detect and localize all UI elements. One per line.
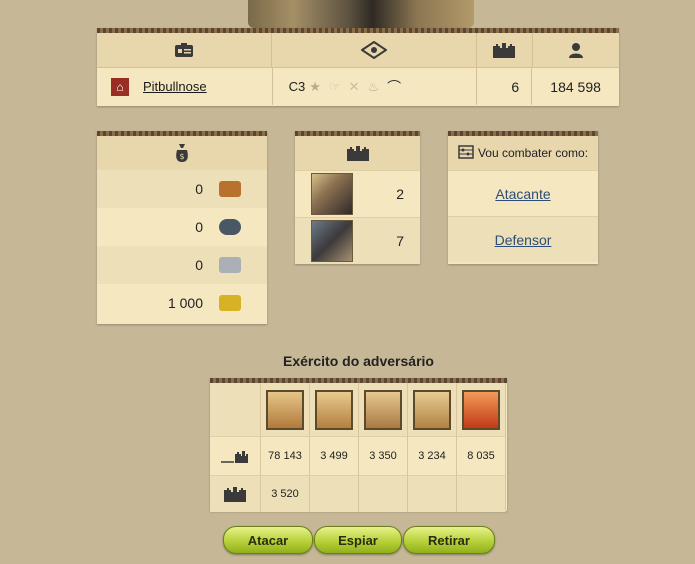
- continent-label: C3: [288, 79, 306, 94]
- player-info-panel: ⌂ Pitbullnose C3 ★ ☞ ✕ ♨ ⌒ 6 184 598: [97, 28, 620, 106]
- unit-count: [310, 475, 359, 512]
- army-table: 78 143 3 499 3 350 3 234 8 035 3 520: [210, 378, 507, 512]
- unit-count: 3 350: [359, 436, 408, 475]
- unit-cell: [359, 383, 408, 436]
- building-row-wall: 2: [295, 170, 420, 217]
- unit-count: 3 499: [310, 436, 359, 475]
- army-header-row: [210, 383, 507, 436]
- building-level: 7: [396, 233, 404, 249]
- handshake-icon: ☞: [328, 78, 341, 94]
- role-row-attacker: Atacante: [448, 170, 598, 216]
- resource-value: 0: [195, 257, 203, 273]
- unit-count: 3 234: [408, 436, 457, 475]
- resource-row-wood: 0: [97, 170, 267, 208]
- unit-count: [408, 475, 457, 512]
- unit-count: 78 143: [261, 436, 310, 475]
- iron-icon: [219, 257, 241, 273]
- cities-icon: [476, 33, 533, 68]
- resource-row-iron: 0: [97, 246, 267, 284]
- unit-cell: [457, 383, 506, 436]
- combat-role-panel: Vou combater como: Atacante Defensor: [448, 131, 598, 264]
- combat-role-label: Vou combater como:: [477, 146, 589, 160]
- unit-cell: [408, 383, 457, 436]
- resource-value: 0: [195, 181, 203, 197]
- points-user-icon: [532, 33, 620, 68]
- player-name-cell: ⌂ Pitbullnose: [97, 68, 273, 105]
- army-row-home: 78 143 3 499 3 350 3 234 8 035: [210, 436, 507, 475]
- resources-panel: $ 0 0 0 1 000: [97, 131, 267, 324]
- resource-value: 0: [195, 219, 203, 235]
- army-title: Exército do adversário: [283, 353, 434, 369]
- stone-icon: [219, 219, 241, 235]
- empty-header-cell: [210, 383, 261, 436]
- combat-role-header: Vou combater como:: [448, 136, 598, 170]
- alliance-cell: C3 ★ ☞ ✕ ♨ ⌒: [273, 68, 478, 105]
- abacus-icon: [458, 144, 474, 162]
- hoplite-icon[interactable]: [315, 389, 353, 430]
- city-buildings-icon: [295, 136, 420, 170]
- chariot-icon[interactable]: [413, 389, 451, 430]
- resource-row-gold: 1 000: [97, 284, 267, 322]
- cities-count: 6: [477, 68, 533, 105]
- attack-button[interactable]: Atacar: [223, 526, 313, 554]
- myth-unit-icon[interactable]: [462, 389, 500, 430]
- defender-link[interactable]: Defensor: [495, 232, 552, 248]
- points-value: 184 598: [550, 78, 601, 95]
- unit-cell: [261, 383, 310, 436]
- army-row-support: 3 520: [210, 475, 507, 512]
- unit-count: [359, 475, 408, 512]
- retreat-button[interactable]: Retirar: [403, 526, 495, 554]
- city-banner-image: [248, 0, 474, 28]
- resource-list: 0 0 0 1 000: [97, 170, 267, 322]
- tower-thumbnail: [311, 220, 353, 262]
- role-row-defender: Defensor: [448, 216, 598, 262]
- wall-thumbnail: [311, 173, 353, 215]
- money-bag-icon: $: [97, 136, 267, 170]
- resource-row-stone: 0: [97, 208, 267, 246]
- crossed-swords-icon: ✕: [348, 78, 360, 94]
- building-level: 2: [396, 186, 404, 202]
- unit-count: [457, 475, 506, 512]
- wood-icon: [219, 181, 241, 197]
- gold-icon: [219, 295, 241, 311]
- horseman-icon[interactable]: [364, 389, 402, 430]
- flame-icon: ♨: [367, 78, 380, 94]
- spy-button[interactable]: Espiar: [314, 526, 402, 554]
- buildings-panel: 2 7: [295, 131, 420, 264]
- swordsman-icon[interactable]: [266, 389, 304, 430]
- resource-value: 1 000: [167, 295, 203, 311]
- ship-icon: ⌒: [387, 78, 402, 95]
- player-table-header: [97, 33, 620, 68]
- unit-count: 8 035: [457, 436, 506, 475]
- village-icon: ⌂: [111, 77, 129, 96]
- star-icon: ★: [309, 78, 321, 94]
- player-card-icon: [97, 33, 272, 68]
- unit-cell: [310, 383, 359, 436]
- player-name-link[interactable]: Pitbullnose: [143, 79, 207, 94]
- unit-count: 3 520: [261, 475, 310, 512]
- alliance-eye-icon: [272, 33, 477, 68]
- attacker-link[interactable]: Atacante: [495, 186, 550, 202]
- support-units-icon: [210, 475, 261, 512]
- home-units-icon: [210, 436, 261, 475]
- svg-text:$: $: [179, 152, 184, 161]
- building-row-tower: 7: [295, 217, 420, 264]
- player-row: ⌂ Pitbullnose C3 ★ ☞ ✕ ♨ ⌒ 6 184 598: [97, 68, 619, 105]
